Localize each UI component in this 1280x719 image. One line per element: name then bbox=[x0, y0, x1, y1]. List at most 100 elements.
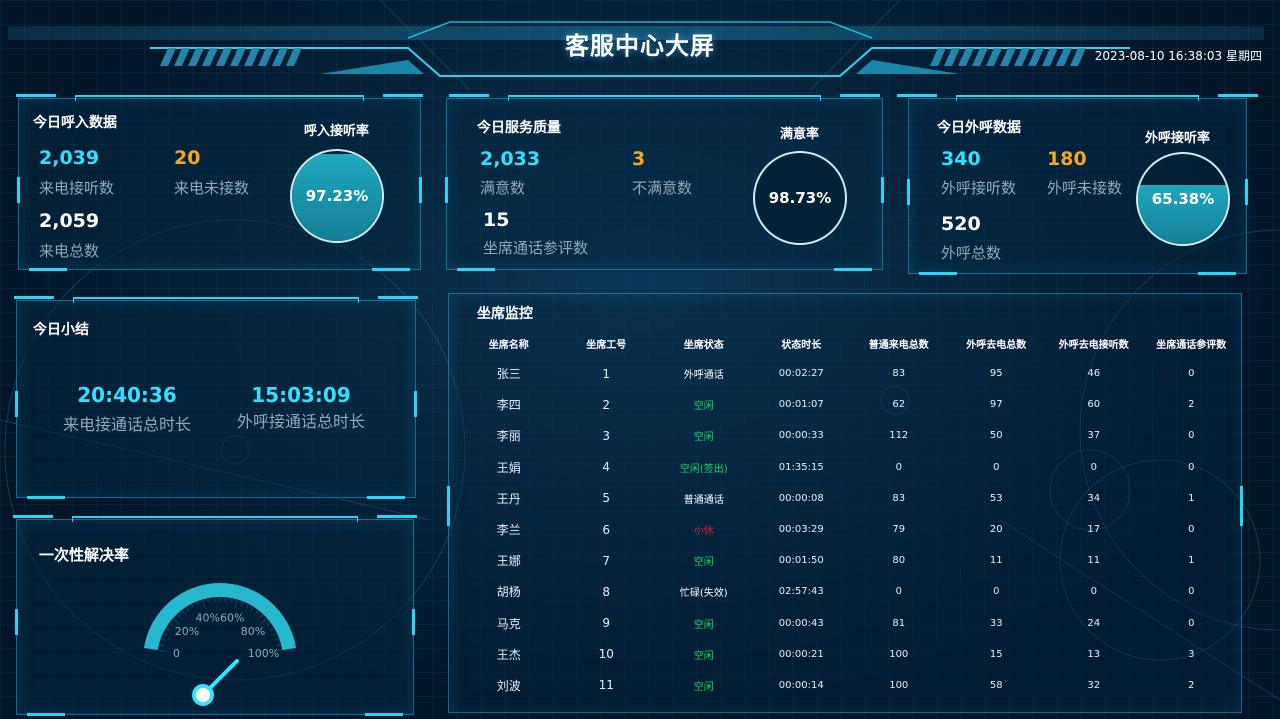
quality-satisfied-value: 2,033 bbox=[480, 148, 541, 170]
rated-count: 0 bbox=[1188, 368, 1195, 380]
table-row[interactable]: 刘波 11 空闲 00:00:14 100 58 32 2 bbox=[460, 670, 1240, 701]
panel-frame-corner bbox=[29, 268, 67, 271]
outbound-rate-ring: 65.38% bbox=[1136, 152, 1230, 246]
gauge-pivot bbox=[192, 684, 214, 706]
table-row[interactable]: 李丽 3 空闲 00:00:33 112 50 37 0 bbox=[460, 420, 1240, 451]
agent-status: 空闲 bbox=[693, 681, 714, 693]
agent-name: 李丽 bbox=[496, 429, 521, 444]
agent-status: 外呼通话 bbox=[683, 370, 724, 382]
panel-frame-mark bbox=[17, 177, 20, 204]
summary-title: 今日小结 bbox=[33, 322, 89, 338]
gauge-tick-label: 60% bbox=[220, 612, 244, 625]
panel-frame-top bbox=[13, 296, 418, 303]
rated-count: 1 bbox=[1188, 492, 1195, 504]
table-row[interactable]: 王娜 7 空闲 00:01:50 80 11 11 1 bbox=[460, 545, 1240, 576]
inbound-total-label: 来电总数 bbox=[39, 242, 100, 260]
inbound-total-value: 2,059 bbox=[39, 210, 100, 232]
inbound-rate-text: 97.23% bbox=[305, 187, 369, 205]
monitor-title: 坐席监控 bbox=[477, 306, 533, 322]
gauge-tick bbox=[177, 614, 181, 619]
gauge-labels: 0 20%40% 60%80% 100% bbox=[173, 612, 279, 660]
gauge-tick bbox=[161, 638, 166, 641]
gauge-tick-label: 0 bbox=[173, 647, 180, 660]
inbound-answered-value: 2,039 bbox=[39, 147, 100, 169]
inbound-title: 今日呼入数据 bbox=[33, 115, 117, 131]
panel-frame-mark bbox=[881, 177, 884, 204]
outbound-answered-value: 340 bbox=[941, 148, 981, 170]
outbound-answered: 34 bbox=[1087, 492, 1101, 504]
inbound-total: 81 bbox=[892, 617, 906, 629]
outbound-answered: 60 bbox=[1087, 399, 1101, 411]
page-title: 客服中心大屏 bbox=[565, 32, 715, 60]
summary-outbound-label: 外呼接通话总时长 bbox=[236, 412, 365, 431]
gauge-tick-label: 100% bbox=[248, 647, 279, 660]
gauge-tick bbox=[230, 599, 233, 604]
rated-count: 0 bbox=[1188, 461, 1195, 473]
inbound-panel: 今日呼入数据 2,039 来电接听数 20 来电未接数 2,059 来电总数 呼… bbox=[16, 94, 423, 271]
inbound-total: 0 bbox=[895, 461, 902, 473]
gauge-tick bbox=[158, 649, 167, 653]
status-duration: 00:00:21 bbox=[778, 648, 824, 660]
gauge-tick bbox=[196, 602, 200, 607]
outbound-title: 今日外呼数据 bbox=[937, 120, 1021, 136]
table-row[interactable]: 王杰 10 空闲 00:00:21 100 15 13 3 bbox=[460, 639, 1240, 670]
summary-outbound-time: 15:03:09 bbox=[251, 383, 351, 407]
rated-count: 0 bbox=[1188, 430, 1195, 442]
quality-rate-title: 满意率 bbox=[780, 127, 820, 142]
gauge-tick bbox=[173, 618, 180, 625]
panel-frame-top bbox=[448, 94, 881, 101]
agent-name: 马克 bbox=[496, 616, 521, 631]
agent-id: 7 bbox=[602, 553, 611, 568]
gauge-tick bbox=[259, 614, 263, 619]
table-row[interactable]: 马克 9 空闲 00:00:43 81 33 24 0 bbox=[460, 608, 1240, 639]
agent-id: 1 bbox=[602, 366, 611, 381]
inbound-missed-value: 20 bbox=[174, 147, 201, 169]
quality-panel: 今日服务质量 2,033 满意数 3 不满意数 15 坐席通话参评数 满意率 9… bbox=[445, 94, 884, 271]
inbound-total: 83 bbox=[892, 492, 906, 504]
inbound-rate-ring: 97.23% bbox=[290, 149, 384, 243]
status-duration: 00:00:43 bbox=[778, 617, 824, 629]
rated-count: 2 bbox=[1188, 399, 1195, 411]
outbound-answered: 13 bbox=[1087, 648, 1101, 660]
rated-count: 0 bbox=[1188, 524, 1195, 536]
table-body: 张三 1 外呼通话 00:02:27 83 95 46 0 李四 2 空闲 00:01:07 62 97 6… bbox=[460, 358, 1240, 701]
agent-status: 空闲 bbox=[693, 650, 714, 662]
table-row[interactable]: 胡杨 8 忙碌(失效) 02:57:43 0 0 0 0 bbox=[460, 576, 1240, 607]
gauge-tick bbox=[255, 610, 259, 615]
summary-inbound-time: 20:40:36 bbox=[77, 383, 177, 407]
quality-satisfied-label: 满意数 bbox=[480, 179, 526, 197]
table-row[interactable]: 李兰 6 小休 00:03:29 79 20 17 0 bbox=[460, 514, 1240, 545]
outbound-answered: 17 bbox=[1087, 524, 1101, 536]
column-header-duration: 状态时长 bbox=[781, 339, 822, 351]
summary-inbound-label: 来电接通话总时长 bbox=[62, 415, 191, 434]
panel-frame-corner bbox=[457, 268, 495, 271]
outbound-total: 15 bbox=[989, 648, 1003, 660]
column-header-in-total: 普通来电总数 bbox=[868, 339, 929, 351]
panel-frame-mark bbox=[1240, 486, 1243, 527]
quality-rated-value: 15 bbox=[483, 209, 510, 231]
rated-count: 1 bbox=[1188, 555, 1195, 567]
gauge-tick-label: 40% bbox=[195, 612, 219, 625]
table-row[interactable]: 王娟 4 空闲(签出) 01:35:15 0 0 0 0 bbox=[460, 452, 1240, 483]
panel-frame-corner bbox=[367, 496, 405, 499]
panel-frame-top bbox=[16, 94, 423, 101]
resolution-gauge: 0 20%40% 60%80% 100% bbox=[143, 583, 297, 706]
table-row[interactable]: 张三 1 外呼通话 00:02:27 83 95 46 0 bbox=[460, 358, 1240, 389]
status-duration: 00:03:29 bbox=[778, 524, 824, 536]
table-row[interactable]: 王丹 5 普通通话 00:00:08 83 53 34 1 bbox=[460, 483, 1240, 514]
agent-status: 普通通话 bbox=[683, 494, 724, 506]
status-duration: 00:00:14 bbox=[778, 679, 824, 691]
gauge-tick bbox=[202, 600, 206, 609]
panel-frame-corner bbox=[1198, 272, 1236, 275]
agent-name: 王娜 bbox=[496, 554, 521, 569]
agent-id: 4 bbox=[602, 460, 611, 475]
panel-frame-mark bbox=[445, 177, 448, 204]
inbound-total: 83 bbox=[892, 368, 906, 380]
panel-frame-mark bbox=[15, 391, 18, 418]
outbound-total-label: 外呼总数 bbox=[941, 244, 1002, 262]
table-row[interactable]: 李四 2 空闲 00:01:07 62 97 60 2 bbox=[460, 389, 1240, 420]
panel-frame-mark bbox=[419, 177, 422, 204]
datetime: 2023-08-10 16:38:03 星期四 bbox=[1094, 49, 1262, 63]
status-duration: 00:00:33 bbox=[778, 430, 824, 442]
inbound-total: 112 bbox=[889, 430, 909, 442]
